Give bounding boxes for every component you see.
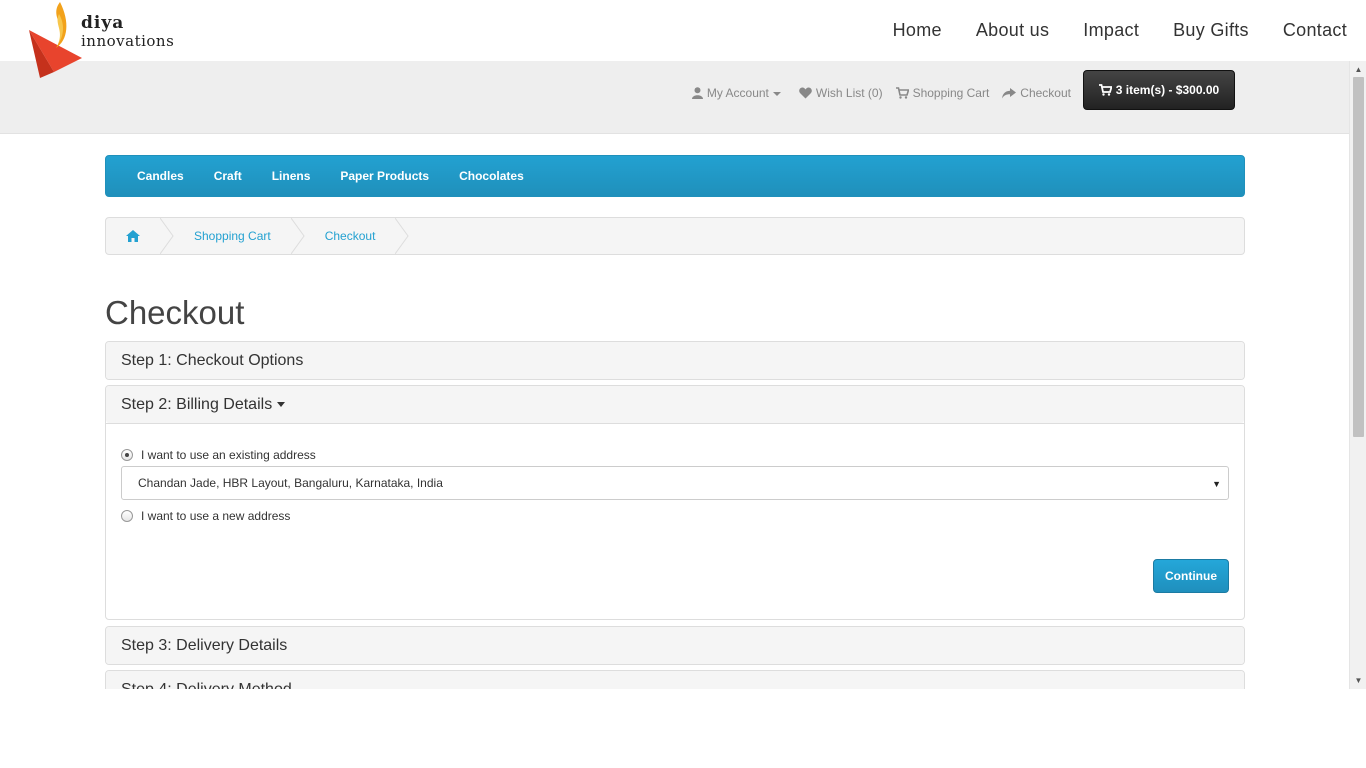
checkout-link[interactable]: Checkout — [1002, 86, 1071, 100]
step-1-heading[interactable]: Step 1: Checkout Options — [106, 342, 1244, 379]
step-4-title: Step 4: Delivery Method — [121, 680, 292, 690]
menu-paper-products[interactable]: Paper Products — [325, 169, 444, 183]
breadcrumb-home[interactable] — [106, 218, 160, 254]
my-account-label: My Account — [706, 86, 769, 100]
caret-down-icon — [772, 92, 781, 96]
cart-total-label: 3 item(s) - $300.00 — [1115, 83, 1220, 97]
wish-list-label: Wish List (0) — [815, 86, 883, 100]
existing-address-label: I want to use an existing address — [141, 448, 316, 462]
dropdown-arrow-icon: ▼ — [1212, 479, 1221, 489]
new-address-radio[interactable] — [121, 510, 133, 522]
category-menu: Candles Craft Linens Paper Products Choc… — [105, 155, 1245, 197]
vertical-scrollbar[interactable]: ▲ ▼ — [1349, 61, 1366, 689]
breadcrumb: Shopping Cart Checkout — [105, 217, 1245, 255]
nav-contact[interactable]: Contact — [1283, 20, 1347, 41]
main-nav: Home About us Impact Buy Gifts Contact — [859, 20, 1347, 41]
shopping-cart-link[interactable]: Shopping Cart — [895, 86, 990, 100]
site-logo[interactable]: diya innovations — [26, 0, 176, 80]
breadcrumb-separator — [290, 218, 305, 254]
billing-details-body: I want to use an existing address Chanda… — [106, 423, 1244, 619]
page-title: Checkout — [105, 294, 245, 331]
address-select-value: Chandan Jade, HBR Layout, Bangaluru, Kar… — [138, 476, 443, 490]
menu-candles[interactable]: Candles — [122, 169, 199, 183]
step-4-panel: Step 4: Delivery Method — [105, 670, 1245, 689]
scroll-up-arrow-icon[interactable]: ▲ — [1350, 61, 1366, 78]
diya-flame-icon — [29, 2, 82, 78]
address-select[interactable]: Chandan Jade, HBR Layout, Bangaluru, Kar… — [121, 466, 1229, 500]
existing-address-option[interactable]: I want to use an existing address — [121, 448, 316, 462]
logo-text-diya: diya — [81, 13, 125, 33]
new-address-option[interactable]: I want to use a new address — [121, 509, 290, 523]
step-1-panel: Step 1: Checkout Options — [105, 341, 1245, 380]
breadcrumb-shopping-cart[interactable]: Shopping Cart — [174, 218, 291, 254]
cart-icon — [895, 87, 909, 99]
cart-icon — [1098, 84, 1112, 96]
nav-buy-gifts[interactable]: Buy Gifts — [1173, 20, 1249, 41]
scroll-thumb[interactable] — [1353, 77, 1364, 437]
heart-icon — [799, 87, 812, 99]
new-address-label: I want to use a new address — [141, 509, 291, 523]
breadcrumb-separator — [395, 218, 410, 254]
nav-home[interactable]: Home — [893, 20, 942, 41]
checkout-label: Checkout — [1020, 86, 1071, 100]
step-4-heading[interactable]: Step 4: Delivery Method — [106, 671, 1244, 689]
step-2-panel: Step 2: Billing Details I want to use an… — [105, 385, 1245, 620]
scroll-down-arrow-icon[interactable]: ▼ — [1350, 672, 1366, 689]
menu-craft[interactable]: Craft — [199, 169, 257, 183]
home-icon — [126, 230, 140, 242]
caret-down-icon — [277, 402, 286, 407]
existing-address-radio[interactable] — [121, 449, 133, 461]
wish-list-link[interactable]: Wish List (0) — [799, 86, 883, 100]
nav-about-us[interactable]: About us — [976, 20, 1049, 41]
store-top-bar: My Account Wish List (0) Shopping Cart C… — [0, 61, 1349, 134]
content-viewport: My Account Wish List (0) Shopping Cart C… — [0, 61, 1366, 689]
menu-linens[interactable]: Linens — [257, 169, 326, 183]
shopping-cart-label: Shopping Cart — [912, 86, 990, 100]
step-3-title: Step 3: Delivery Details — [121, 636, 288, 654]
step-2-heading[interactable]: Step 2: Billing Details — [106, 386, 1244, 423]
breadcrumb-separator — [160, 218, 174, 254]
logo-text-innovations: innovations — [81, 32, 175, 50]
continue-button[interactable]: Continue — [1153, 559, 1229, 593]
my-account-link[interactable]: My Account — [691, 86, 786, 100]
account-links: My Account Wish List (0) Shopping Cart C… — [679, 86, 1071, 100]
step-1-title: Step 1: Checkout Options — [121, 351, 304, 369]
site-header: diya innovations Home About us Impact Bu… — [0, 0, 1366, 78]
breadcrumb-checkout[interactable]: Checkout — [305, 218, 396, 254]
share-arrow-icon — [1002, 87, 1017, 98]
step-3-heading[interactable]: Step 3: Delivery Details — [106, 627, 1244, 664]
step-2-title: Step 2: Billing Details — [121, 395, 273, 413]
step-3-panel: Step 3: Delivery Details — [105, 626, 1245, 665]
user-icon — [691, 87, 703, 99]
cart-total-button[interactable]: 3 item(s) - $300.00 — [1083, 70, 1235, 110]
menu-chocolates[interactable]: Chocolates — [444, 169, 539, 183]
nav-impact[interactable]: Impact — [1083, 20, 1139, 41]
